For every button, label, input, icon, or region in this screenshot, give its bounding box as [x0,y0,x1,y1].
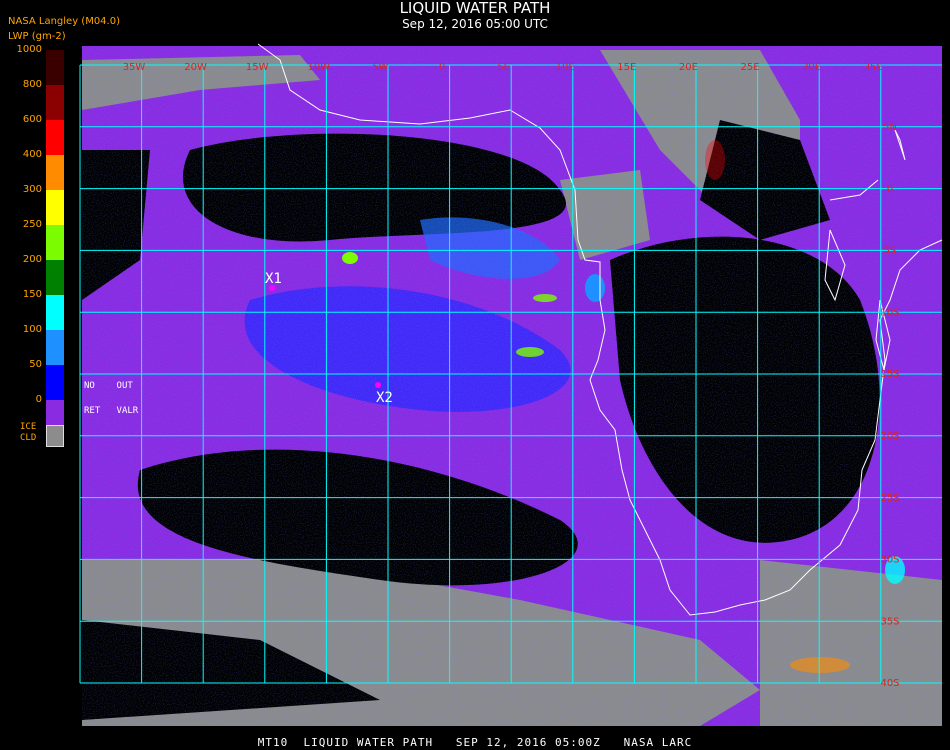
legend-tick: 1000 [16,44,42,55]
legend-ticks: 1000 800 600 400 300 250 200 150 100 50 0 [0,44,42,405]
legend-swatch [46,85,64,120]
latitude-label: 5N [883,122,897,133]
longitude-label: 30E [802,62,821,73]
longitude-label: 5W [372,62,388,73]
longitude-label: 15E [617,62,636,73]
ice-cloud-swatch [46,425,64,447]
latitude-label: 35S [880,616,899,627]
ice-cloud-key: ICE CLD [20,422,36,444]
legend-swatch [46,120,64,155]
latitude-label: 15S [880,369,899,380]
product-source: NASA Langley (M04.0) [8,16,120,27]
footer-caption: MT10 LIQUID WATER PATH SEP 12, 2016 05:0… [257,736,693,749]
longitude-label: 10W [307,62,330,73]
ret-label: RET [84,406,101,416]
legend-swatch [46,225,64,260]
out-label: OUT [116,381,133,391]
longitude-label: 25E [740,62,759,73]
map-view[interactable]: 35W 20W 15W 10W 5W 0 5E 10E 15E 20E 25E 30E 35E 5N 0 5… [0,0,950,750]
longitude-label: 20E [679,62,698,73]
latitude-label: 0 [887,184,893,195]
latitude-label: 40S [880,678,899,689]
legend-tick: 600 [22,114,42,125]
latitude-label: 20S [880,431,899,442]
latitude-label: 5S [884,246,897,257]
legend-tick: 400 [22,149,42,160]
longitude-label: 10E [556,62,575,73]
marker-x1-label: X1 [265,271,282,287]
longitude-label: 35W [123,62,146,73]
cld-label: CLD [20,433,37,443]
legend-tick: 50 [29,359,42,370]
page-title: LIQUID WATER PATH [399,0,551,17]
no-data-key: NO OUT RET VALR [84,374,138,424]
latitude-label: 10S [880,307,899,318]
legend-swatch [46,330,64,365]
legend-tick: 300 [22,184,42,195]
legend-tick: 800 [22,79,42,90]
legend-tick: 150 [22,289,42,300]
legend-swatch [46,155,64,190]
longitude-label: 20W [184,62,207,73]
longitude-label: 35E [864,62,883,73]
legend-tick: 0 [35,394,42,405]
cloud-field [82,46,942,726]
legend-tick: 250 [22,219,42,230]
valr-label: VALR [116,406,139,416]
legend-swatch [46,190,64,225]
legend-tick: 200 [22,254,42,265]
longitude-label: 15W [246,62,269,73]
marker-x2-dot [375,382,381,388]
legend-swatch [46,365,64,400]
marker-x2-label: X2 [376,390,393,406]
legend-swatch [46,50,64,85]
ice-label: ICE [20,422,37,432]
units-label: LWP (gm-2) [8,31,66,42]
longitude-label: 0 [439,62,445,73]
latitude-label: 30S [880,555,899,566]
legend-tick: 100 [22,324,42,335]
legend-swatch [46,295,64,330]
no-label: NO [84,381,95,391]
latitude-label: 25S [880,493,899,504]
page-subtitle: Sep 12, 2016 05:00 UTC [402,17,548,31]
legend-swatch [46,260,64,295]
longitude-label: 5E [497,62,510,73]
